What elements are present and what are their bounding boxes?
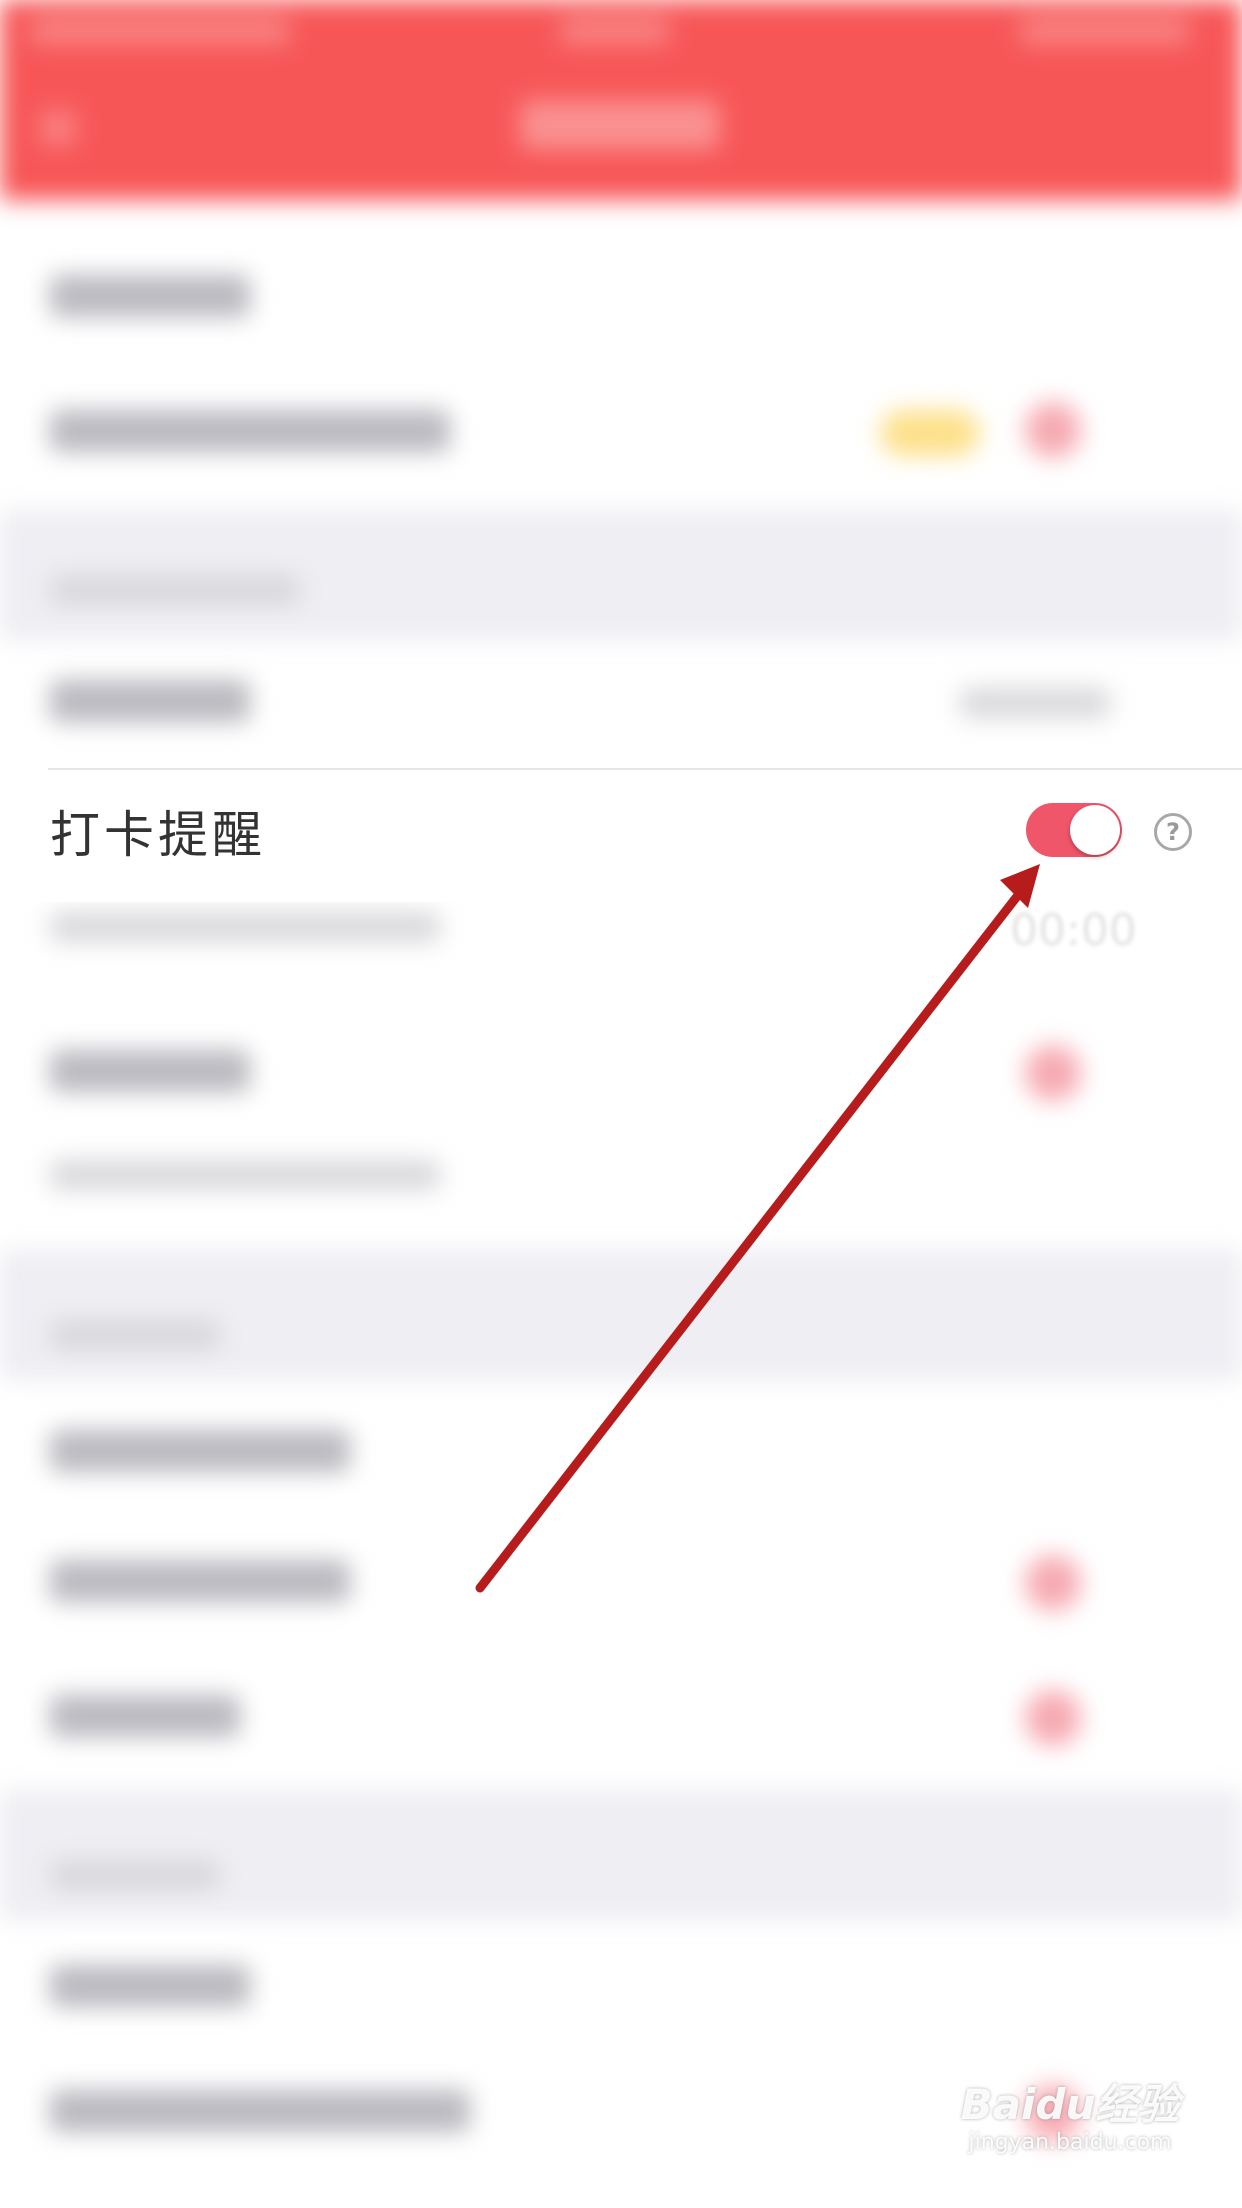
blurred-section-title — [50, 1860, 220, 1890]
header-title-blob — [520, 100, 720, 150]
checkin-reminder-toggle[interactable] — [1026, 803, 1122, 857]
question-circle-icon[interactable]: ? — [1154, 813, 1192, 851]
blurred-row-subtext — [50, 1160, 440, 1190]
blurred-row-text — [50, 1560, 350, 1602]
blurred-row-text — [50, 2090, 470, 2132]
status-bar-blob — [30, 18, 290, 44]
blurred-row-text — [50, 1965, 250, 2007]
status-bar-blob — [560, 18, 670, 44]
blurred-dot — [1025, 1045, 1081, 1101]
blurred-row-value — [960, 688, 1110, 718]
blurred-row-text — [50, 1050, 250, 1092]
toggle-knob[interactable] — [1070, 805, 1120, 855]
watermark-logo-text: Baidu经验 — [960, 2080, 1180, 2129]
app-header — [0, 0, 1242, 200]
settings-screen: 打卡提醒 ? 00:00 Baidu经验 jingyan.baidu.com — [0, 0, 1242, 2208]
status-bar-blob — [1020, 18, 1190, 44]
checkin-reminder-label: 打卡提醒 — [50, 806, 266, 864]
blurred-row-text — [50, 275, 250, 317]
blurred-badge — [880, 410, 980, 456]
watermark-url: jingyan.baidu.com — [968, 2130, 1172, 2155]
blurred-row-text — [50, 410, 450, 452]
back-icon — [40, 110, 76, 146]
blurred-row-text — [50, 1430, 350, 1472]
baidu-jingyan-watermark: Baidu经验 jingyan.baidu.com — [950, 2080, 1190, 2156]
blurred-background — [0, 0, 1242, 2208]
blurred-row-text — [50, 1695, 240, 1737]
blurred-section-title — [50, 575, 300, 605]
blurred-dot — [1025, 1555, 1081, 1611]
blurred-row-text — [50, 680, 250, 722]
reminder-time-value: 00:00 — [1010, 905, 1137, 956]
section-band — [0, 1250, 1242, 1380]
blurred-dot — [1025, 402, 1081, 458]
blurred-section-title — [50, 1320, 220, 1350]
section-band — [0, 1790, 1242, 1920]
blurred-dot — [1025, 1690, 1081, 1746]
blurred-row-subtext — [50, 912, 440, 942]
